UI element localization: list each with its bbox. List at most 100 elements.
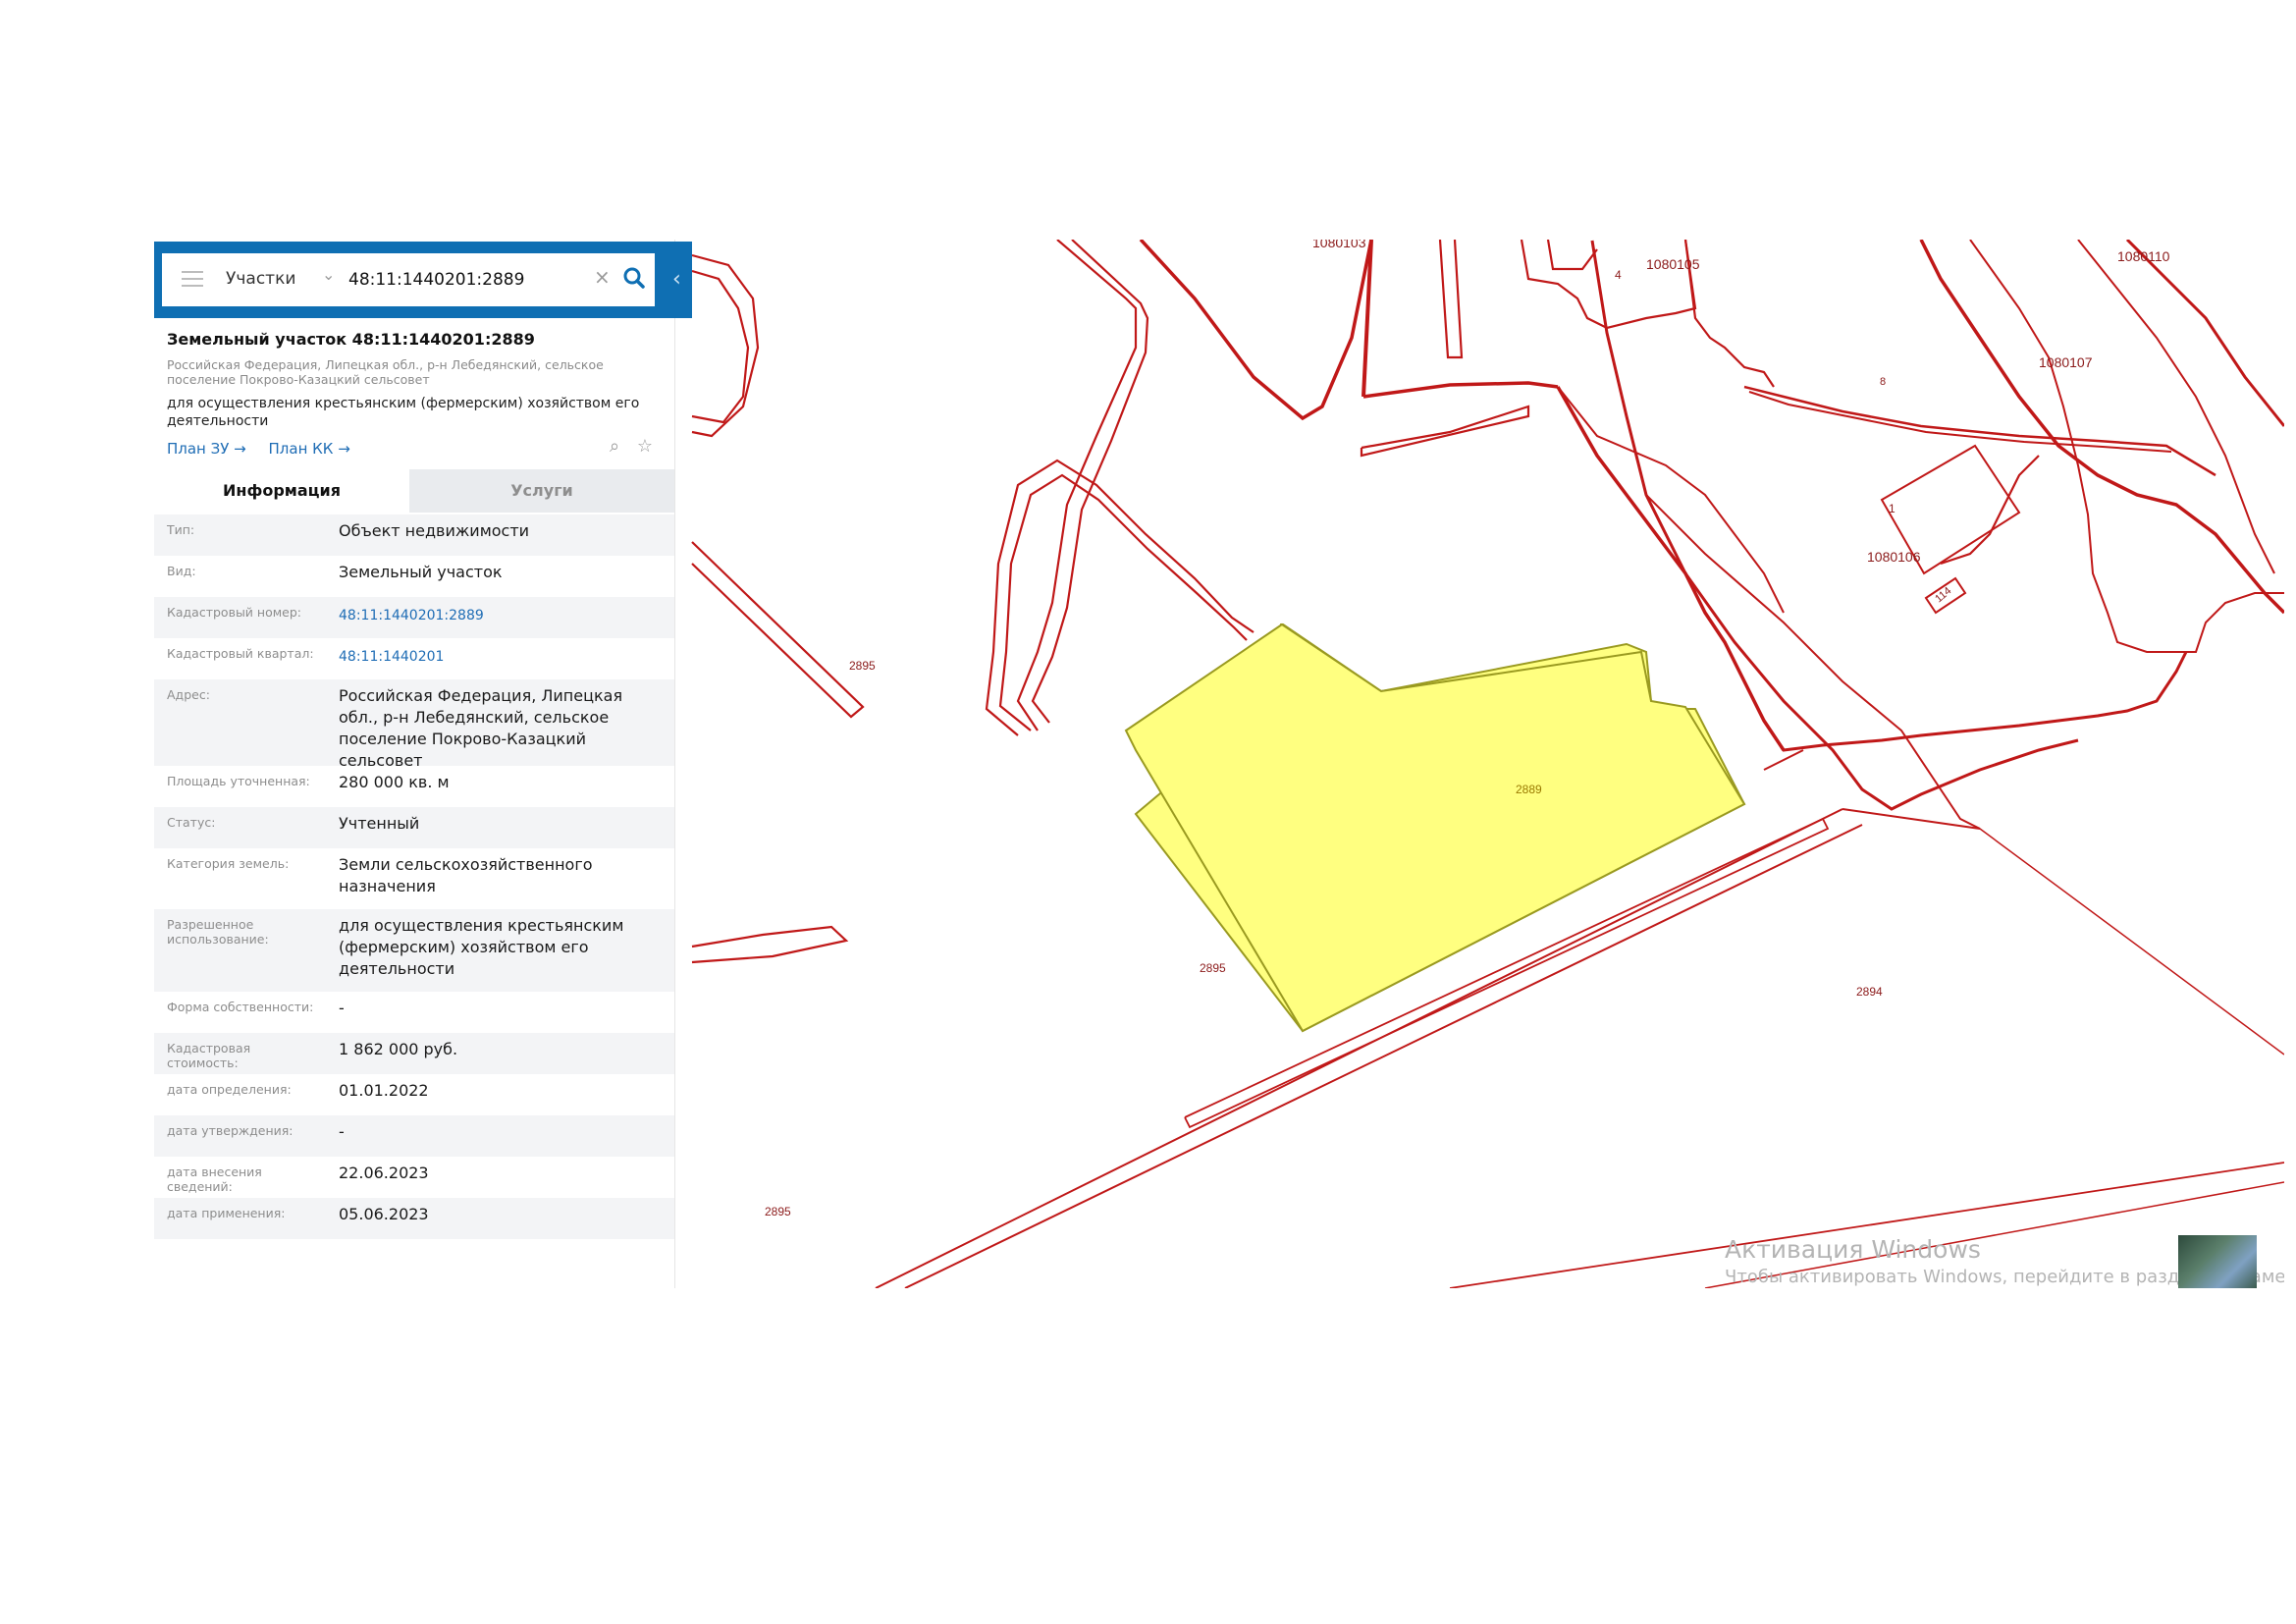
chevron-down-icon[interactable]: ⌄ — [322, 265, 335, 284]
info-key: дата внесения сведений: — [167, 1164, 262, 1194]
info-key: дата определения: — [167, 1082, 292, 1097]
info-value: Земельный участок — [339, 563, 503, 581]
search-box[interactable]: Участки ⌄ 48:11:1440201:2889 × — [162, 253, 655, 306]
info-row: дата утверждения: - — [154, 1115, 674, 1157]
close-icon[interactable]: × — [594, 265, 611, 289]
plan-zu-link[interactable]: План ЗУ → — [167, 440, 246, 458]
info-row: Адрес: Российская Федерация, Липецкая обл… — [154, 679, 674, 770]
info-key: дата утверждения: — [167, 1123, 294, 1138]
search-bar: Участки ⌄ 48:11:1440201:2889 × ‹ — [154, 242, 692, 318]
parcel-boundary — [1139, 240, 1373, 421]
info-row: Категория земель: Земли сельскохозяйствен… — [154, 848, 674, 909]
info-row: Разрешенное использование: для осуществле… — [154, 909, 674, 992]
info-row: Вид: Земельный участок — [154, 556, 674, 597]
map-label: 1080106 — [1867, 549, 1921, 565]
info-key: Кадастровая стоимость: — [167, 1041, 251, 1070]
page-title: Земельный участок 48:11:1440201:2889 — [167, 330, 535, 349]
info-value: 280 000 кв. м — [339, 773, 450, 791]
info-key: Тип: — [167, 522, 195, 537]
info-key: Разрешенное использование: — [167, 917, 269, 947]
layer-select[interactable]: Участки — [226, 269, 295, 289]
tab-bar: Информация Услуги — [154, 469, 674, 515]
parcel-boundary — [2125, 240, 2284, 427]
map-label: 8 — [1880, 376, 1886, 388]
info-row: Кадастровый номер: 48:11:1440201:2889 — [154, 597, 674, 638]
zoom-to-icon[interactable]: ⌕ — [610, 436, 619, 457]
search-input[interactable]: 48:11:1440201:2889 — [348, 270, 524, 290]
map-label: 1080110 — [2117, 248, 2170, 264]
info-row: Статус: Учтенный — [154, 807, 674, 848]
info-key: Форма собственности: — [167, 1000, 314, 1014]
info-value: 1 862 000 руб. — [339, 1040, 458, 1058]
parcel-boundary — [1940, 455, 2040, 566]
purpose-summary: для осуществления крестьянским (фермерск… — [167, 396, 640, 429]
info-key: Вид: — [167, 564, 196, 578]
info-row: дата применения: 05.06.2023 — [154, 1198, 674, 1239]
info-table: Тип: Объект недвижимости Вид: Земельный уч… — [154, 514, 674, 1239]
info-row: Тип: Объект недвижимости — [154, 514, 674, 556]
plan-kk-link[interactable]: План КК → — [269, 440, 350, 458]
info-row: Кадастровая стоимость: 1 862 000 руб. — [154, 1033, 674, 1074]
map-label: 2895 — [849, 659, 876, 673]
info-value: Земли сельскохозяйственного назначения — [339, 855, 593, 895]
tab-services[interactable]: Услуги — [409, 469, 674, 513]
map-label: 2889 — [1516, 783, 1542, 796]
info-key: Кадастровый квартал: — [167, 646, 314, 661]
info-value: - — [339, 1122, 345, 1141]
parcel-boundary — [1919, 240, 2284, 615]
parcel-boundary — [1979, 828, 2284, 1056]
info-value: для осуществления крестьянским (фермерск… — [339, 916, 624, 978]
info-key: Кадастровый номер: — [167, 605, 301, 620]
parcel-boundary — [691, 925, 849, 964]
parcel-boundary — [1546, 240, 1598, 271]
map-label: 2895 — [1200, 961, 1226, 975]
parcel-boundary — [1438, 240, 1464, 359]
star-icon[interactable]: ☆ — [637, 436, 653, 457]
info-key: Площадь уточненная: — [167, 774, 310, 788]
info-value: 05.06.2023 — [339, 1205, 429, 1223]
info-key: Категория земель: — [167, 856, 290, 871]
info-value: Учтенный — [339, 814, 420, 833]
info-key: Адрес: — [167, 687, 210, 702]
parcel-boundary — [691, 541, 865, 719]
info-value: - — [339, 999, 345, 1017]
info-value: Российская Федерация, Липецкая обл., р-н… — [339, 686, 623, 770]
map-label: 2894 — [1856, 985, 1883, 999]
search-icon[interactable] — [621, 265, 647, 291]
map-label: 4 — [1615, 268, 1622, 282]
info-key: дата применения: — [167, 1206, 286, 1220]
info-row: дата определения: 01.01.2022 — [154, 1074, 674, 1115]
menu-icon[interactable] — [182, 271, 203, 287]
tab-info[interactable]: Информация — [154, 469, 409, 515]
windows-activation-title: Активация Windows — [1725, 1235, 1981, 1264]
chevron-left-icon[interactable]: ‹ — [672, 267, 681, 292]
parcel-boundary — [1557, 386, 1785, 614]
panel-actions: ⌕ ☆ — [598, 436, 653, 457]
info-value: Объект недвижимости — [339, 521, 530, 540]
plan-links: План ЗУ → План КК → — [167, 440, 368, 458]
parcel-boundary — [1362, 381, 1559, 399]
map-label: 1080105 — [1646, 256, 1700, 272]
address-summary: Российская Федерация, Липецкая обл., р-н… — [167, 357, 604, 387]
parcel-boundary — [691, 269, 750, 424]
parcel-boundary — [1520, 240, 1697, 330]
parcel-boundary — [1743, 385, 2216, 477]
info-value: 01.01.2022 — [339, 1081, 429, 1100]
map-label: 1 — [1889, 502, 1896, 515]
map-label: 2895 — [765, 1205, 791, 1218]
parcel-boundary — [1360, 405, 1530, 458]
parcel-boundary — [1763, 749, 1804, 771]
screenshot-frame: 1080103 1080105 1080110 1080107 1080106 … — [154, 240, 2284, 1288]
info-value: 22.06.2023 — [339, 1164, 429, 1182]
map-label: 1080107 — [2039, 354, 2093, 370]
satellite-layer-thumbnail[interactable] — [2178, 1235, 2257, 1288]
info-key: Статус: — [167, 815, 216, 830]
info-panel: Участки ⌄ 48:11:1440201:2889 × ‹ Земельн… — [154, 240, 692, 1288]
info-row: Кадастровый квартал: 48:11:1440201 — [154, 638, 674, 679]
map-label: 1080103 — [1312, 240, 1366, 250]
cadastral-number-link[interactable]: 48:11:1440201:2889 — [339, 605, 663, 626]
info-row: Форма собственности: - — [154, 992, 674, 1033]
info-row: Площадь уточненная: 280 000 кв. м — [154, 766, 674, 807]
info-row: дата внесения сведений: 22.06.2023 — [154, 1157, 674, 1198]
cadastral-quarter-link[interactable]: 48:11:1440201 — [339, 646, 663, 668]
